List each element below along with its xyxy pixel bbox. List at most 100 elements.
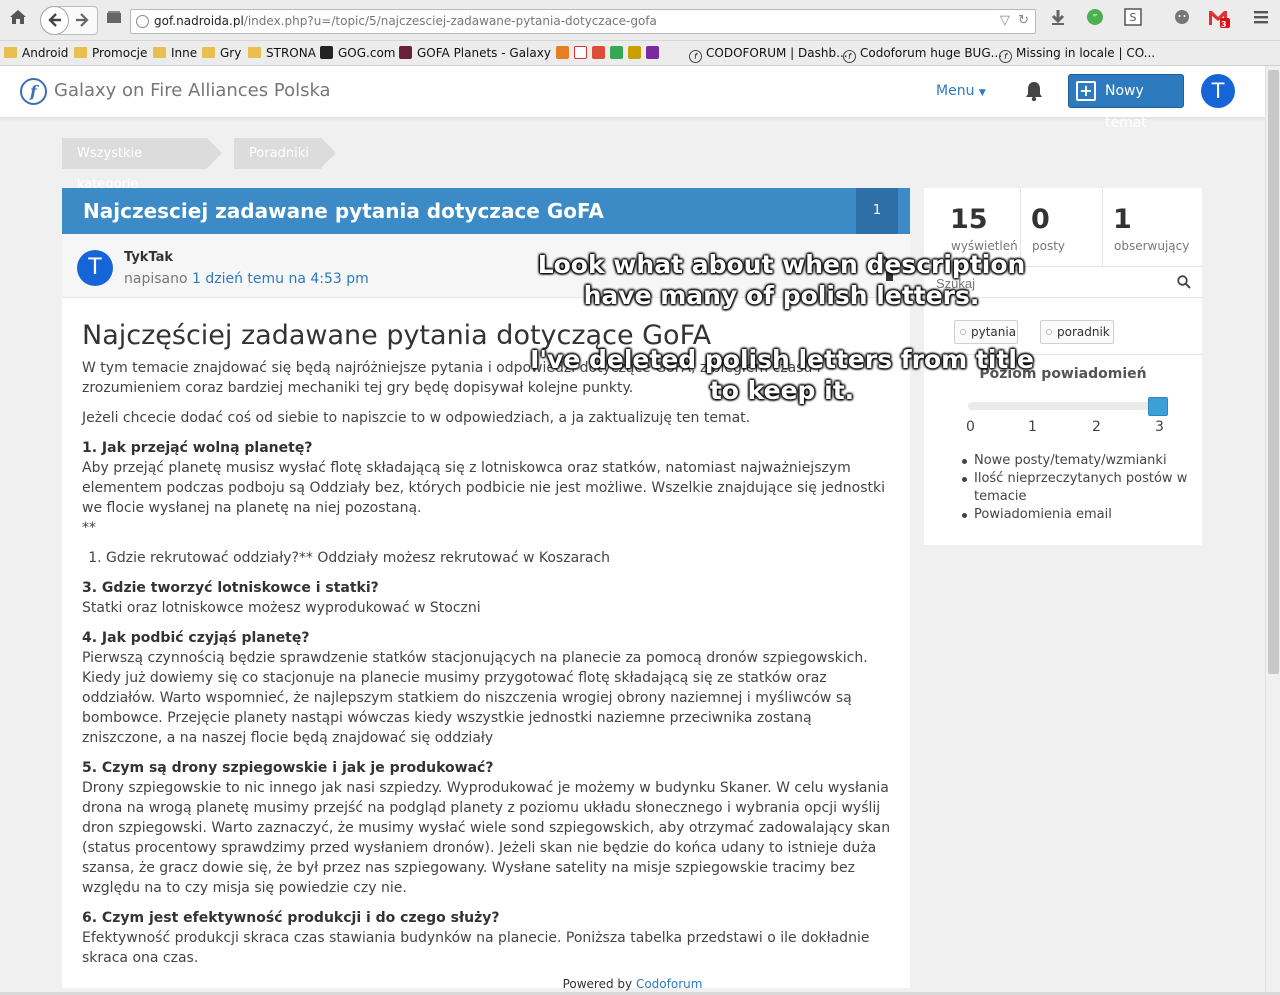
codoforum-icon: f [689,50,702,63]
bookmark-android[interactable]: Android [4,46,68,60]
breadcrumb-poradniki[interactable]: Poradniki [234,138,336,169]
stat-followers-value: 1 [1113,204,1132,235]
list-item: Powiadomienia email [962,506,1189,524]
notification-slider-handle[interactable] [1148,397,1168,416]
question-5: 5. Czym są drony szpiegowskie i jak je p… [82,760,494,776]
tag-poradnik[interactable]: poradnik [1040,320,1114,344]
breadcrumb-all-categories[interactable]: Wszystkie kategorie [62,138,222,192]
bookmark-strona[interactable]: STRONA [248,46,316,60]
tag-dot-icon [960,329,966,335]
list-item: Ilość nieprzeczytanych postów w temacie [962,471,1188,504]
codoforum-icon: f [999,50,1012,63]
bookmark-gofa-planets[interactable]: GOFA Planets - Galaxy ... [399,46,566,60]
user-avatar[interactable]: T [1201,74,1235,108]
bookmark-promocje[interactable]: Promocje [74,46,147,60]
post-count-badge: 1 [856,188,898,234]
tag-pytania[interactable]: pytania [954,320,1018,344]
bell-icon[interactable] [1022,79,1048,105]
answer-5: Drony szpiegowskie to nic innego jak nas… [82,780,891,896]
drive-icon[interactable] [610,46,623,59]
menu-dropdown[interactable]: Menu ▼ [936,83,986,99]
answer-1: Aby przejąć planetę musisz wysłać flotę … [82,460,885,516]
answer-3: Statki oraz lotniskowce możesz wyproduko… [82,600,481,616]
url-tools: ▽ ↻ [1000,13,1029,28]
gmail-shortcut-icon[interactable] [574,46,587,59]
post-date: napisano 1 dzień temu na 4:53 pm [124,271,369,287]
list-item: Gdzie rekrutować oddziały?** Oddziały mo… [106,548,892,568]
url-bar[interactable]: gof.nadroida.pl/index.php?u=/topic/5/naj… [130,9,1036,34]
codoforum-link[interactable]: Codoforum [636,977,702,991]
post-body: Najczęściej zadawane pytania dotyczące G… [82,318,892,978]
plus-icon: + [1076,81,1096,101]
bookmark-icon-row [556,46,664,60]
question-1: 1. Jak przejąć wolną planetę? [82,440,313,456]
mail-shortcut-icon[interactable] [556,46,569,59]
question-3: 3. Gdzie tworzyć lotniskowce i statki? [82,580,379,596]
bookmark-codoforum-dashboard[interactable]: f CODOFORUM | Dashb... [689,46,848,63]
folder-icon [202,47,215,58]
topic-title-bar: Najczesciej zadawane pytania dotyczace G… [62,188,910,234]
new-topic-button[interactable]: + Nowy temat [1068,74,1184,131]
folder-icon [74,47,87,58]
onenote-icon[interactable] [646,46,659,59]
bookmark-codoforum-bug[interactable]: f Codoforum huge BUG... [843,46,1002,63]
url-text: gof.nadroida.pl/index.php?u=/topic/5/naj… [154,14,657,28]
dropdown-arrow-icon[interactable]: ▽ [1000,13,1010,28]
codoforum-icon: f [843,50,856,63]
post-date-link[interactable]: 1 dzień temu na 4:53 pm [192,271,369,287]
stat-posts-value: 0 [1031,204,1050,235]
gog-icon [320,46,333,59]
tag-dot-icon [1046,329,1052,335]
stat-views-value: 15 [950,204,988,235]
bookmark-inne[interactable]: Inne [153,46,197,60]
post-intro-2: Jeżeli chcecie dodać coś od siebie to na… [82,410,751,426]
globe-icon [136,15,149,28]
hamburger-menu-icon[interactable] [1249,8,1273,32]
bookmark-gry[interactable]: Gry [202,46,241,60]
annotation-line-2: have many of polish letters. [583,281,980,310]
back-button[interactable] [40,6,69,35]
annotation-line-1: Look what about when description [537,250,1026,279]
bookmarks-bar: Android Promocje Inne Gry STRONA GOG.com… [0,41,1280,66]
folder-icon [153,47,166,58]
page-scrollbar[interactable] [1265,66,1280,995]
forward-button[interactable] [75,10,89,34]
annotation-line-4: to keep it. [709,376,855,405]
download-icon[interactable] [1046,8,1070,32]
notification-options: Nowe posty/tematy/wzmianki Ilość nieprze… [962,452,1189,524]
mail-badge: 3 [1221,20,1227,29]
caret-down-icon: ▼ [978,88,986,98]
gplus-icon[interactable] [592,46,605,59]
scrollbar-thumb[interactable] [1268,70,1279,674]
extension-face-icon[interactable] [1170,8,1194,32]
folder-icon [248,47,261,58]
figure-icon[interactable] [628,46,641,59]
slider-label-1: 1 [1028,419,1037,435]
slider-label-3: 3 [1155,419,1164,435]
search-icon[interactable] [1177,275,1191,289]
author-avatar[interactable]: T [77,250,113,286]
stat-followers-label: obserwujący [1114,239,1190,253]
topic-title: Najczesciej zadawane pytania dotyczace G… [83,199,604,223]
library-icon[interactable] [102,8,126,32]
author-name[interactable]: TykTak [124,250,173,265]
home-icon[interactable] [6,8,30,32]
extension-s-icon[interactable]: S [1121,8,1145,32]
annotation-title: I've deleted polish letters from title t… [492,344,1072,406]
reload-icon[interactable]: ↻ [1018,13,1029,28]
gmail-icon[interactable]: 3 [1207,8,1231,32]
answer-6: Efektywność produkcji skraca czas stawia… [82,930,870,966]
extension-chat-icon[interactable]: ” [1083,8,1107,32]
list-item: Nowe posty/tematy/wzmianki [962,452,1189,470]
bookmark-missing-locale[interactable]: f Missing in locale | CO... [999,46,1155,63]
footer: Powered by Codoforum [0,977,1265,991]
footer-prefix: Powered by [562,977,633,991]
browser-nav-bar: gof.nadroida.pl/index.php?u=/topic/5/naj… [0,0,1280,41]
codoforum-logo-icon[interactable]: f [20,78,47,105]
bookmark-gog[interactable]: GOG.com [320,46,396,60]
site-header: f Galaxy on Fire Alliances Polska Menu ▼… [0,66,1265,131]
site-title[interactable]: Galaxy on Fire Alliances Polska [54,80,331,101]
slider-label-2: 2 [1092,419,1101,435]
annotation-description: Look what about when description have ma… [500,249,1063,311]
gofa-icon [399,46,412,59]
